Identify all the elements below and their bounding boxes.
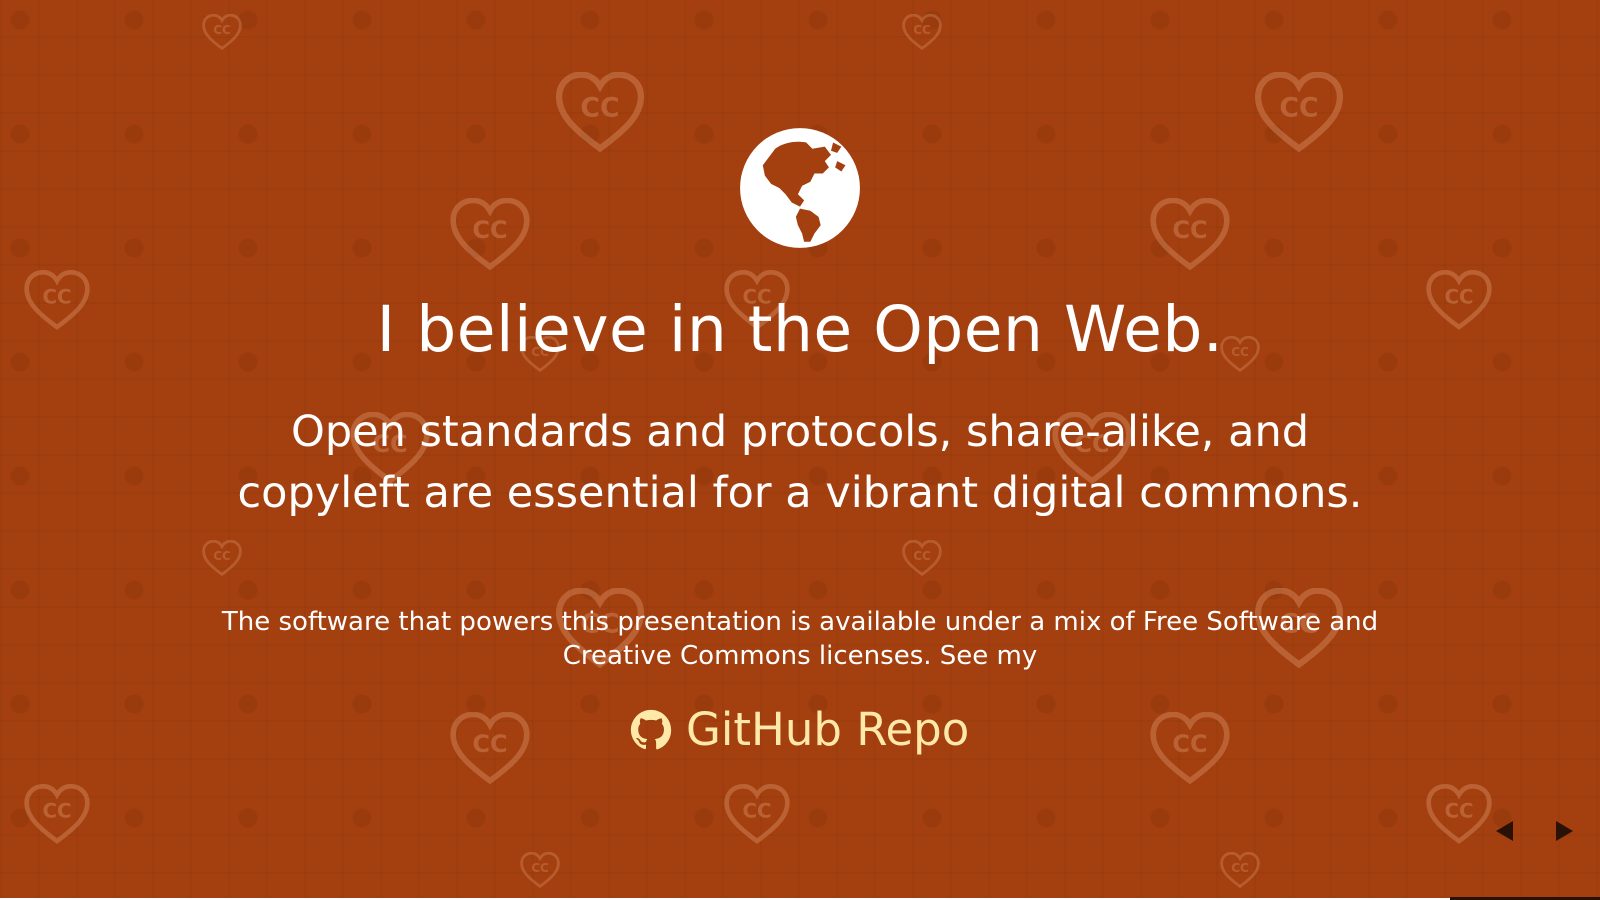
prev-slide-button[interactable] xyxy=(1490,816,1520,846)
github-repo-label: GitHub Repo xyxy=(686,703,970,756)
github-repo-link[interactable]: GitHub Repo xyxy=(630,700,969,760)
triangle-left-icon xyxy=(1496,821,1513,841)
slide-subtitle: Open standards and protocols, share-alik… xyxy=(237,407,1363,518)
next-slide-button[interactable] xyxy=(1549,816,1579,846)
slide: CC CC CC CC CC CC CC CC CC CC CC CC CC C… xyxy=(0,0,1600,898)
triangle-right-icon xyxy=(1556,821,1573,841)
slide-title: I believe in the Open Web. xyxy=(376,293,1224,366)
github-icon xyxy=(630,709,672,751)
globe-americas-icon xyxy=(738,126,862,250)
slide-content: I believe in the Open Web. Open standard… xyxy=(0,0,1600,898)
license-note: The software that powers this presentati… xyxy=(221,607,1379,671)
